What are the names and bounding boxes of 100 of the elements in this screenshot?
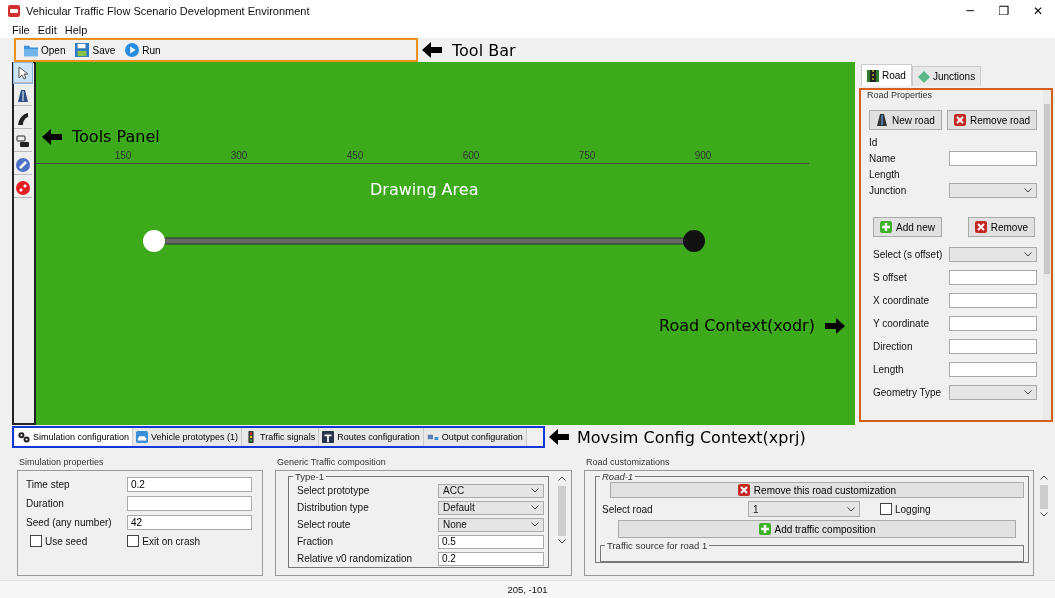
text-field[interactable]	[949, 316, 1037, 331]
remove-icon	[974, 221, 987, 233]
ruler-label: 600	[461, 150, 481, 161]
text-field[interactable]	[949, 339, 1037, 354]
menu-item[interactable]: Edit	[37, 24, 57, 36]
text-field[interactable]	[949, 293, 1037, 308]
text-field[interactable]: 0.2	[127, 477, 252, 492]
annotation-label: Drawing Area	[370, 180, 479, 199]
toolbar-button[interactable]: Run	[123, 43, 163, 57]
diamond-icon	[917, 70, 930, 83]
folder-icon	[24, 43, 38, 57]
group-title: Road customizations	[586, 457, 671, 469]
field-label: Junction	[869, 184, 907, 196]
right-arrow-icon	[824, 317, 845, 334]
action-button[interactable]: Remove road	[946, 110, 1037, 130]
field-label: Distribution type	[297, 502, 369, 513]
chevron-down-icon	[531, 522, 539, 527]
status-text: 205, -101	[507, 584, 548, 595]
toolbar-button[interactable]: Save	[73, 43, 118, 57]
tab[interactable]: Traffic signals	[242, 428, 320, 446]
field-label: S offset	[873, 272, 907, 283]
text-field[interactable]	[127, 496, 252, 511]
tab[interactable]: Junctions	[911, 66, 982, 86]
dropdown[interactable]: Default	[438, 500, 544, 515]
checkbox[interactable]	[880, 503, 892, 515]
checkbox[interactable]	[127, 535, 140, 547]
left-arrow-icon	[422, 42, 442, 58]
tab[interactable]: Output configuration	[423, 428, 527, 446]
checkbox-label: Logging	[895, 503, 931, 515]
field-label: Geometry Type	[873, 387, 942, 398]
field-label: Time step	[26, 479, 70, 490]
field-label: Fraction	[297, 536, 334, 547]
app-icon	[8, 5, 20, 17]
remove-button[interactable]: Remove this road customization	[610, 482, 1024, 498]
add-button[interactable]: Add traffic composition	[618, 520, 1016, 538]
toolbar-button[interactable]: Open	[22, 43, 68, 57]
text-field[interactable]	[949, 362, 1037, 377]
action-button[interactable]: Add new	[873, 217, 942, 237]
chevron-down-icon	[1024, 187, 1032, 193]
text-field[interactable]: 0.5	[438, 534, 544, 549]
action-button[interactable]: New road	[869, 110, 942, 130]
tab[interactable]: Routes configuration	[319, 428, 424, 446]
group-title: Road-1	[601, 471, 635, 482]
group-title: Road Properties	[867, 90, 934, 100]
group-title: Simulation properties	[19, 457, 105, 469]
group-title: Type-1	[294, 471, 326, 482]
chevron-down-icon	[531, 505, 539, 510]
chevron-down-icon	[531, 488, 539, 493]
field-label: Length	[869, 168, 900, 180]
chevron-up-icon[interactable]	[558, 476, 566, 481]
curved-road-icon	[16, 111, 30, 126]
action-button[interactable]: Remove	[967, 217, 1035, 237]
field-label: Select route	[297, 519, 351, 530]
dropdown[interactable]: ACC	[438, 483, 544, 498]
menu-item[interactable]: File	[12, 24, 30, 36]
tab[interactable]: Vehicle prototypes (1)	[133, 428, 243, 446]
cars-icon	[16, 134, 30, 149]
remove-icon	[737, 484, 750, 496]
chevron-down-icon[interactable]	[1040, 512, 1048, 517]
chevron-down-icon	[1024, 252, 1032, 257]
field-label: Direction	[873, 341, 913, 352]
field-label: Seed (any number)	[26, 517, 112, 528]
checkbox[interactable]	[30, 535, 42, 547]
dropdown[interactable]: 1	[748, 501, 860, 517]
ruler-label: 300	[229, 150, 249, 161]
menu-item[interactable]: Help	[64, 24, 88, 36]
scrollbar[interactable]	[1043, 90, 1051, 420]
field-label: Duration	[26, 498, 64, 509]
tab[interactable]: Simulation configuration	[15, 428, 134, 446]
field-label: Id	[869, 136, 878, 148]
window-title: Vehicular Traffic Flow Scenario Development Environment	[26, 5, 310, 17]
road-icon	[867, 69, 879, 82]
field-label: Y coordinate	[873, 318, 929, 329]
group-title: Generic Traffic composition	[277, 457, 387, 469]
chevron-down-icon[interactable]	[558, 539, 566, 544]
minimize-button[interactable]: ─	[953, 0, 987, 22]
remove-icon	[953, 114, 966, 126]
play-icon	[125, 43, 140, 57]
car-icon	[136, 431, 149, 443]
text-field[interactable]	[949, 150, 1037, 166]
tool-button[interactable]	[14, 132, 32, 152]
annotation-label: Tools Panel	[72, 127, 160, 146]
road-icon	[16, 88, 30, 103]
chevron-up-icon[interactable]	[1040, 475, 1048, 480]
annotation-label: Movsim Config Context(xprj)	[577, 427, 806, 447]
dropdown[interactable]: None	[438, 517, 544, 532]
field-label: Select road	[602, 503, 654, 515]
left-arrow-icon	[42, 128, 62, 145]
close-button[interactable]: ✕	[1021, 0, 1055, 22]
checkbox-label: Use seed	[45, 535, 88, 547]
text-field[interactable]	[949, 270, 1037, 285]
tab[interactable]: Road	[861, 64, 912, 86]
text-field[interactable]: 42	[127, 515, 252, 530]
field-label: Length	[873, 364, 904, 375]
chevron-down-icon	[847, 506, 855, 512]
ruler-label: 900	[693, 150, 713, 161]
cursor-icon	[16, 65, 30, 80]
text-field[interactable]: 0.2	[438, 551, 544, 566]
restore-button[interactable]: ❐	[987, 0, 1021, 22]
field-label: Select (s offset)	[873, 249, 943, 260]
